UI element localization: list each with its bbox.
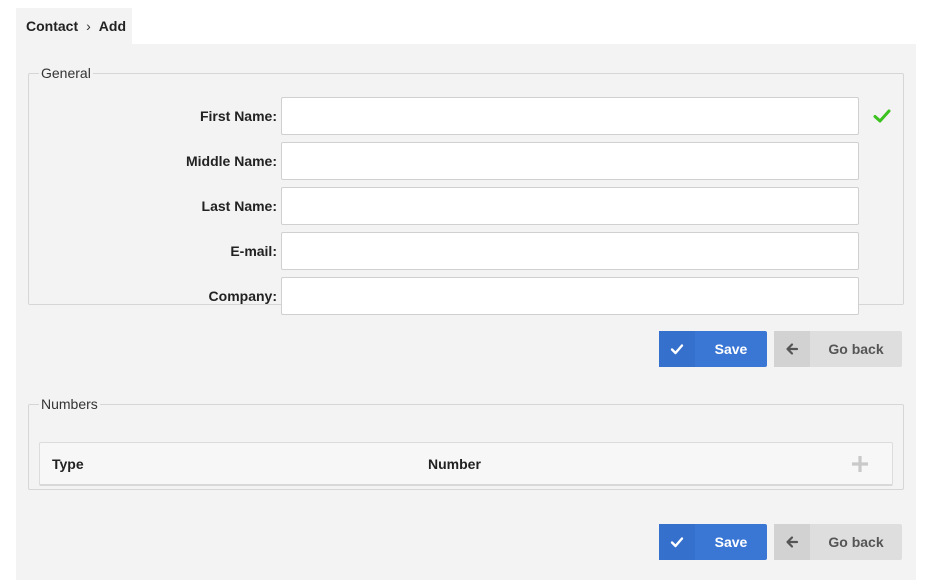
save-button-label: Save	[714, 534, 748, 550]
save-button-label: Save	[714, 341, 748, 357]
save-button-bottom[interactable]: Save	[659, 524, 767, 560]
general-legend: General	[41, 65, 91, 81]
main-panel: General First Name: Middle Name: Last Na…	[16, 44, 916, 580]
arrow-left-icon	[774, 331, 810, 367]
company-field[interactable]	[281, 277, 859, 315]
last-name-label: Last Name:	[201, 198, 277, 214]
column-header-number: Number	[428, 456, 481, 472]
numbers-fieldset: Numbers Type Number	[28, 396, 904, 490]
last-name-row: Last Name:	[29, 187, 903, 225]
check-icon	[659, 524, 695, 560]
arrow-left-icon	[774, 524, 810, 560]
check-icon	[873, 109, 891, 123]
breadcrumb: Contact › Add	[16, 8, 132, 44]
email-label: E-mail:	[230, 243, 277, 259]
email-field[interactable]	[281, 232, 859, 270]
general-fieldset: General First Name: Middle Name: Last Na…	[28, 65, 904, 315]
company-row: Company:	[29, 277, 903, 315]
company-label: Company:	[208, 288, 277, 304]
last-name-field[interactable]	[281, 187, 859, 225]
first-name-row: First Name:	[29, 97, 903, 135]
middle-name-field[interactable]	[281, 142, 859, 180]
first-name-field[interactable]	[281, 97, 859, 135]
first-name-label: First Name:	[199, 108, 277, 124]
breadcrumb-root[interactable]: Contact	[26, 18, 78, 34]
middle-name-row: Middle Name:	[29, 142, 903, 180]
numbers-table: Type Number	[39, 442, 893, 486]
numbers-legend: Numbers	[41, 396, 98, 412]
go-back-button-label: Go back	[828, 534, 884, 550]
column-header-type: Type	[52, 456, 84, 472]
plus-icon[interactable]	[852, 456, 868, 472]
breadcrumb-current: Add	[98, 18, 127, 34]
chevron-right-icon: ›	[86, 18, 91, 34]
save-button[interactable]: Save	[659, 331, 767, 367]
go-back-button-label: Go back	[828, 341, 884, 357]
email-row: E-mail:	[29, 232, 903, 270]
go-back-button[interactable]: Go back	[774, 331, 902, 367]
go-back-button-bottom[interactable]: Go back	[774, 524, 902, 560]
check-icon	[659, 331, 695, 367]
middle-name-label: Middle Name:	[185, 153, 277, 169]
